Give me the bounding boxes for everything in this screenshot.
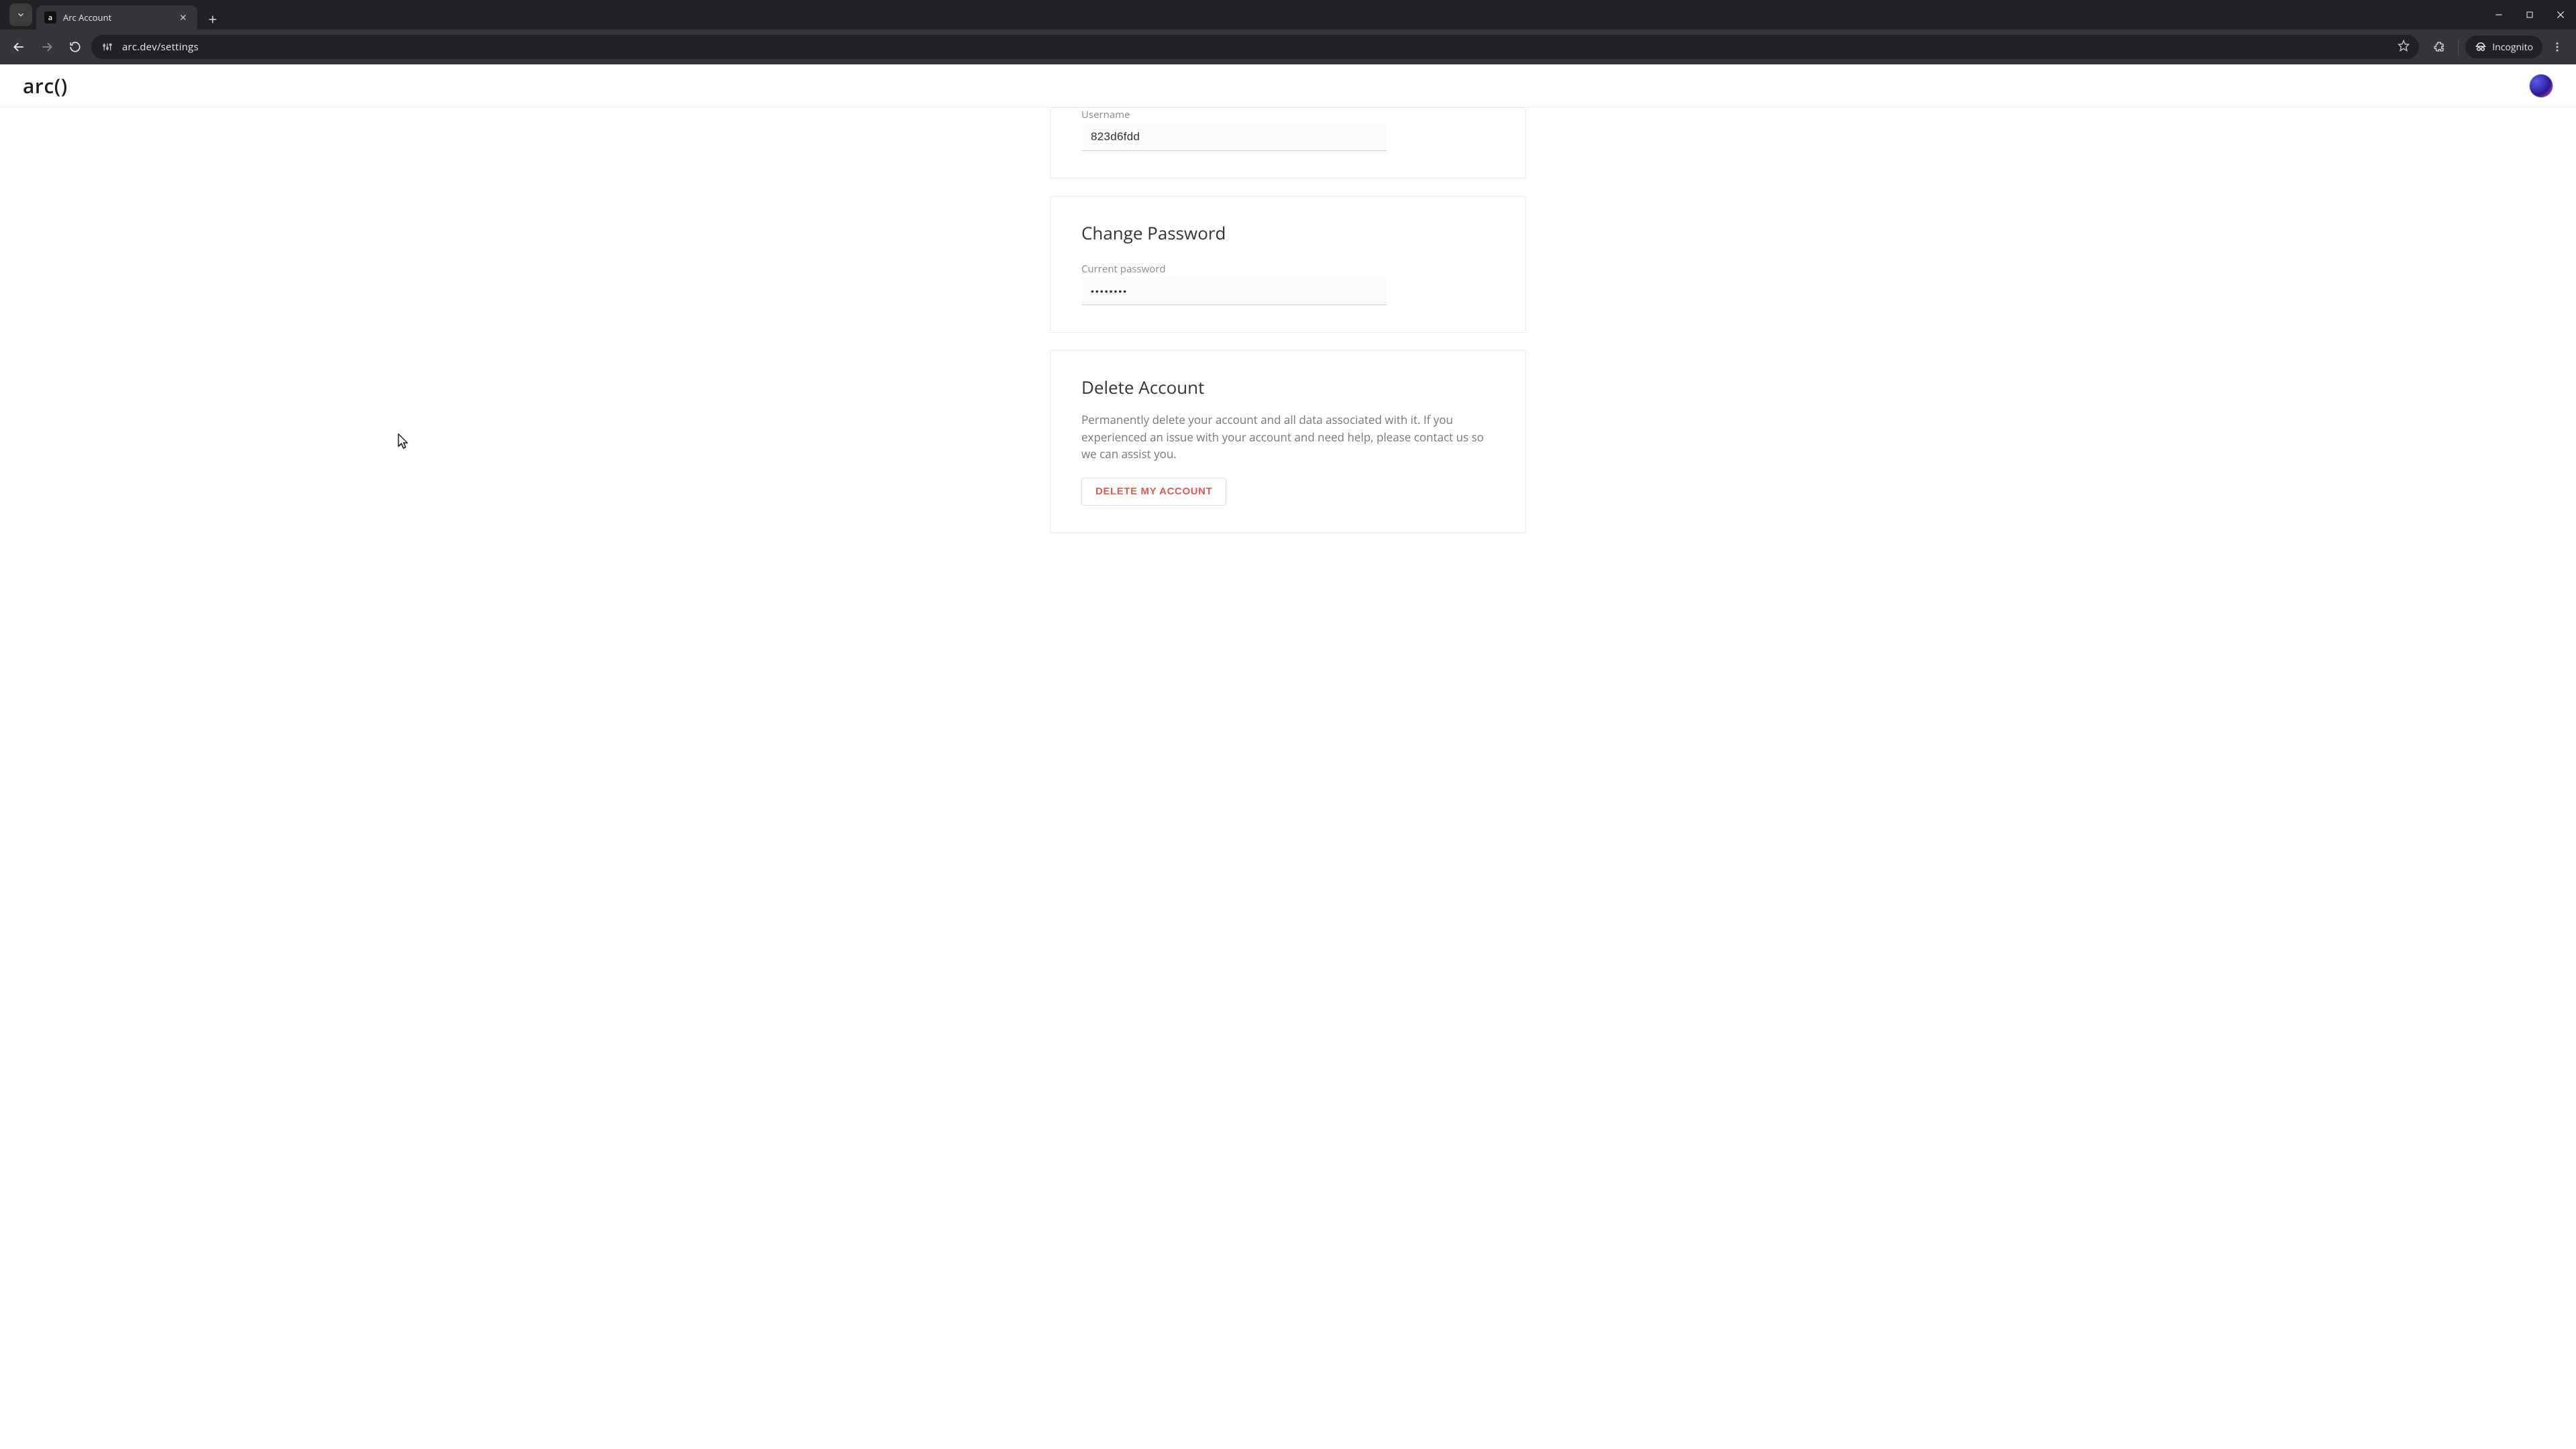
nav-back-button[interactable]	[7, 35, 31, 59]
toolbar-right: Incognito	[2427, 35, 2569, 59]
incognito-chip[interactable]: Incognito	[2465, 36, 2542, 58]
username-label: Username	[1081, 108, 1495, 121]
change-password-title: Change Password	[1081, 221, 1495, 245]
window-controls	[2483, 0, 2576, 30]
current-password-label: Current password	[1081, 262, 1495, 276]
new-tab-button[interactable]	[203, 9, 223, 30]
browser-chrome: a Arc Account	[0, 0, 2576, 64]
window-close-button[interactable]	[2545, 0, 2576, 30]
delete-account-card: Delete Account Permanently delete your a…	[1050, 350, 1526, 533]
toolbar-divider	[2458, 39, 2459, 55]
username-card: Username	[1050, 107, 1526, 178]
tab-favicon-icon: a	[44, 11, 56, 23]
site-logo[interactable]: arc()	[23, 72, 68, 99]
avatar[interactable]	[2529, 74, 2553, 98]
tab-title: Arc Account	[63, 11, 170, 23]
window-maximize-button[interactable]	[2514, 0, 2545, 30]
nav-reload-button[interactable]	[63, 35, 87, 59]
browser-tab-active[interactable]: a Arc Account	[36, 5, 197, 30]
delete-account-description: Permanently delete your account and all …	[1081, 411, 1495, 463]
username-input[interactable]	[1081, 123, 1387, 151]
site-settings-icon[interactable]	[101, 40, 114, 54]
change-password-card: Change Password Current password	[1050, 196, 1526, 333]
delete-account-title: Delete Account	[1081, 375, 1495, 399]
tab-close-icon[interactable]	[177, 11, 189, 23]
address-bar[interactable]: arc.dev/settings	[91, 35, 2419, 59]
incognito-label: Incognito	[2492, 41, 2533, 54]
browser-menu-icon[interactable]	[2545, 35, 2569, 59]
extensions-icon[interactable]	[2427, 35, 2451, 59]
nav-forward-button[interactable]	[35, 35, 59, 59]
browser-toolbar: arc.dev/settings Incognito	[0, 30, 2576, 64]
delete-my-account-button[interactable]: DELETE MY ACCOUNT	[1081, 478, 1226, 506]
current-password-input[interactable]	[1081, 277, 1387, 305]
site-header: arc()	[0, 64, 2576, 107]
bookmark-star-icon[interactable]	[2398, 40, 2410, 55]
window-minimize-button[interactable]	[2483, 0, 2514, 30]
tab-search-button[interactable]	[9, 3, 32, 26]
tab-strip: a Arc Account	[0, 0, 2576, 30]
address-bar-url: arc.dev/settings	[122, 40, 2390, 54]
page-viewport[interactable]: arc() Username Change Password Current p…	[0, 64, 2576, 1449]
settings-content: Username Change Password Current passwor…	[1050, 107, 1526, 533]
